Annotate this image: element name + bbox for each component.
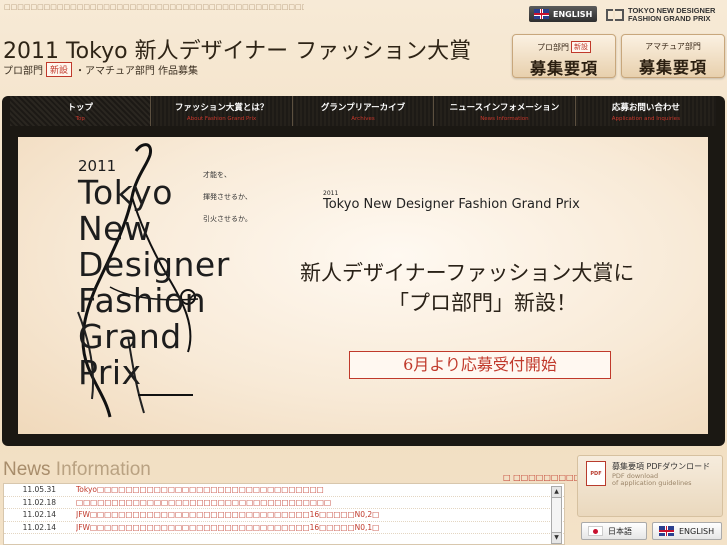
amateur-guidelines-button[interactable]: アマチュア部門 募集要項	[621, 34, 725, 78]
pro-guidelines-label: 募集要項	[529, 59, 598, 78]
top-banner-text: □□□□□□□□□□□□□□□□□□□□□□□□□□□□□□□□□□□□□□□□…	[4, 3, 304, 11]
site-subtitle: プロ部門 新設 ・アマチュア部門 作品募集	[3, 62, 198, 77]
new-badge: 新設	[46, 62, 73, 77]
nav-label: ファッション大賞とは？	[174, 103, 269, 113]
uk-flag-icon	[659, 526, 674, 536]
pdf-title: 募集要項 PDFダウンロード	[612, 462, 711, 471]
hero-word: Designer	[78, 245, 230, 284]
nav-sublabel: Application and Inquiries	[611, 116, 680, 122]
hero-word: Prix	[78, 353, 142, 392]
pdf-sub-line: of application guidelines	[612, 479, 692, 487]
tagline-line: 揮発させるか、	[203, 193, 252, 201]
nav-sublabel: Top	[75, 116, 85, 122]
news-row[interactable]: 11.02.18 □□□□□□□□□□□□□□□□□□□□□□□□□□□□□□□…	[4, 497, 564, 509]
hero-headline-2: 「プロ部門」新設！	[388, 291, 577, 315]
hero-english-year: 2011	[323, 190, 339, 197]
amateur-category-label: アマチュア部門	[645, 42, 701, 51]
page-indicator-dot	[283, 540, 289, 544]
hero-word: Fashion	[78, 281, 207, 320]
news-date: 11.02.18	[22, 497, 56, 507]
pro-guidelines-button[interactable]: プロ部門 新設 募集要項	[512, 34, 616, 78]
news-row[interactable]: 11.02.14 JFW□□□□□□□□□□□□□□□□□□□□□□□□□□□□…	[4, 522, 564, 534]
brand-mark-icon	[606, 9, 624, 21]
hero-headline-1: 新人デザイナーファッション大賞に	[300, 261, 635, 285]
nav-label: グランプリアーカイブ	[320, 103, 406, 113]
pdf-subtitle: PDF download of application guidelines	[612, 473, 692, 487]
site-title: 2011 Tokyo 新人デザイナー ファッション大賞	[3, 39, 472, 64]
pdf-icon	[586, 461, 606, 486]
tagline-line: 才能を、	[203, 171, 231, 179]
nav-sublabel: News Information	[480, 116, 529, 122]
pro-category-label: プロ部門	[537, 42, 569, 52]
pro-new-badge: 新設	[571, 41, 591, 53]
subtitle-pro: プロ部門	[3, 66, 43, 77]
english-language-button-bottom[interactable]: ENGLISH	[652, 522, 722, 540]
news-row[interactable]: 11.05.31 Tokyo□□□□□□□□□□□□□□□□□□□□□□□□□□…	[4, 484, 564, 497]
application-start-banner[interactable]: 6月より応募受付開始	[349, 351, 611, 379]
nav-sublabel: About Fashion Grand Prix	[186, 116, 257, 122]
nav-item-archives[interactable]: グランプリアーカイブ Archives	[293, 96, 435, 126]
nav-item-application[interactable]: 応募お問い合わせ Application and Inquiries	[576, 96, 716, 126]
global-nav: トップ Top ファッション大賞とは？ About Fashion Grand …	[10, 96, 716, 126]
nav-item-about[interactable]: ファッション大賞とは？ About Fashion Grand Prix	[151, 96, 293, 126]
news-heading-2: Information	[50, 459, 151, 480]
pdf-download-panel[interactable]: 募集要項 PDFダウンロード PDF download of applicati…	[577, 455, 723, 517]
news-row[interactable]: 11.02.14 JFW□□□□□□□□□□□□□□□□□□□□□□□□□□□□…	[4, 509, 564, 522]
japanese-language-button[interactable]: 日本語	[581, 522, 647, 540]
news-scrollbar[interactable]: ▲ ▼	[551, 486, 562, 544]
scroll-up-icon[interactable]: ▲	[552, 487, 561, 498]
uk-flag-icon	[534, 9, 549, 19]
hero-banner: 2011 Tokyo New Designer Fashion Grand Pr…	[18, 137, 708, 434]
news-text[interactable]: JFW□□□□□□□□□□□□□□□□□□□□□□□□□□□□□□□16□□□□…	[76, 523, 536, 532]
subtitle-amateur: ・アマチュア部門 作品募集	[75, 66, 198, 77]
news-list: 11.05.31 Tokyo□□□□□□□□□□□□□□□□□□□□□□□□□□…	[3, 483, 565, 545]
amateur-guidelines-label: 募集要項	[638, 58, 707, 77]
news-text[interactable]: □□□□□□□□□□□□□□□□□□□□□□□□□□□□□□□□□□□□	[76, 498, 536, 507]
news-heading-1: News	[3, 459, 51, 480]
brand-line-2: FASHION GRAND PRIX	[628, 14, 711, 23]
scroll-down-icon[interactable]: ▼	[552, 532, 561, 543]
nav-label: トップ	[67, 103, 93, 113]
hero-word: Grand	[78, 317, 182, 356]
japanese-label: 日本語	[608, 526, 632, 536]
news-date: 11.02.14	[22, 510, 56, 520]
tagline-line: 引火させるか。	[203, 215, 252, 223]
brand-logo[interactable]: TOKYO NEW DESIGNER FASHION GRAND PRIX	[606, 5, 724, 25]
english-language-button[interactable]: ENGLISH	[529, 6, 597, 22]
nav-label: 応募お問い合わせ	[611, 103, 680, 113]
nav-item-top[interactable]: トップ Top	[10, 96, 152, 126]
news-date: 11.02.14	[22, 522, 56, 532]
nav-label: ニュースインフォメーション	[449, 103, 560, 113]
nav-sublabel: Archives	[351, 116, 375, 122]
news-text[interactable]: Tokyo□□□□□□□□□□□□□□□□□□□□□□□□□□□□□□□□	[76, 485, 536, 494]
english-label: ENGLISH	[679, 526, 715, 536]
news-text[interactable]: JFW□□□□□□□□□□□□□□□□□□□□□□□□□□□□□□□16□□□□…	[76, 510, 536, 519]
hero-english-title: 2011 Tokyo New Designer Fashion Grand Pr…	[323, 190, 580, 212]
english-label: ENGLISH	[553, 9, 593, 19]
hero-tagline: 才能を、 揮発させるか、 引火させるか。	[203, 164, 252, 230]
news-heading: News Information	[3, 459, 151, 481]
news-date: 11.05.31	[22, 485, 56, 495]
japan-flag-icon	[588, 526, 603, 536]
brand-text: TOKYO NEW DESIGNER FASHION GRAND PRIX	[628, 7, 715, 23]
hero-english-text: Tokyo New Designer Fashion Grand Prix	[323, 197, 580, 212]
nav-item-news[interactable]: ニュースインフォメーション News Information	[434, 96, 576, 126]
